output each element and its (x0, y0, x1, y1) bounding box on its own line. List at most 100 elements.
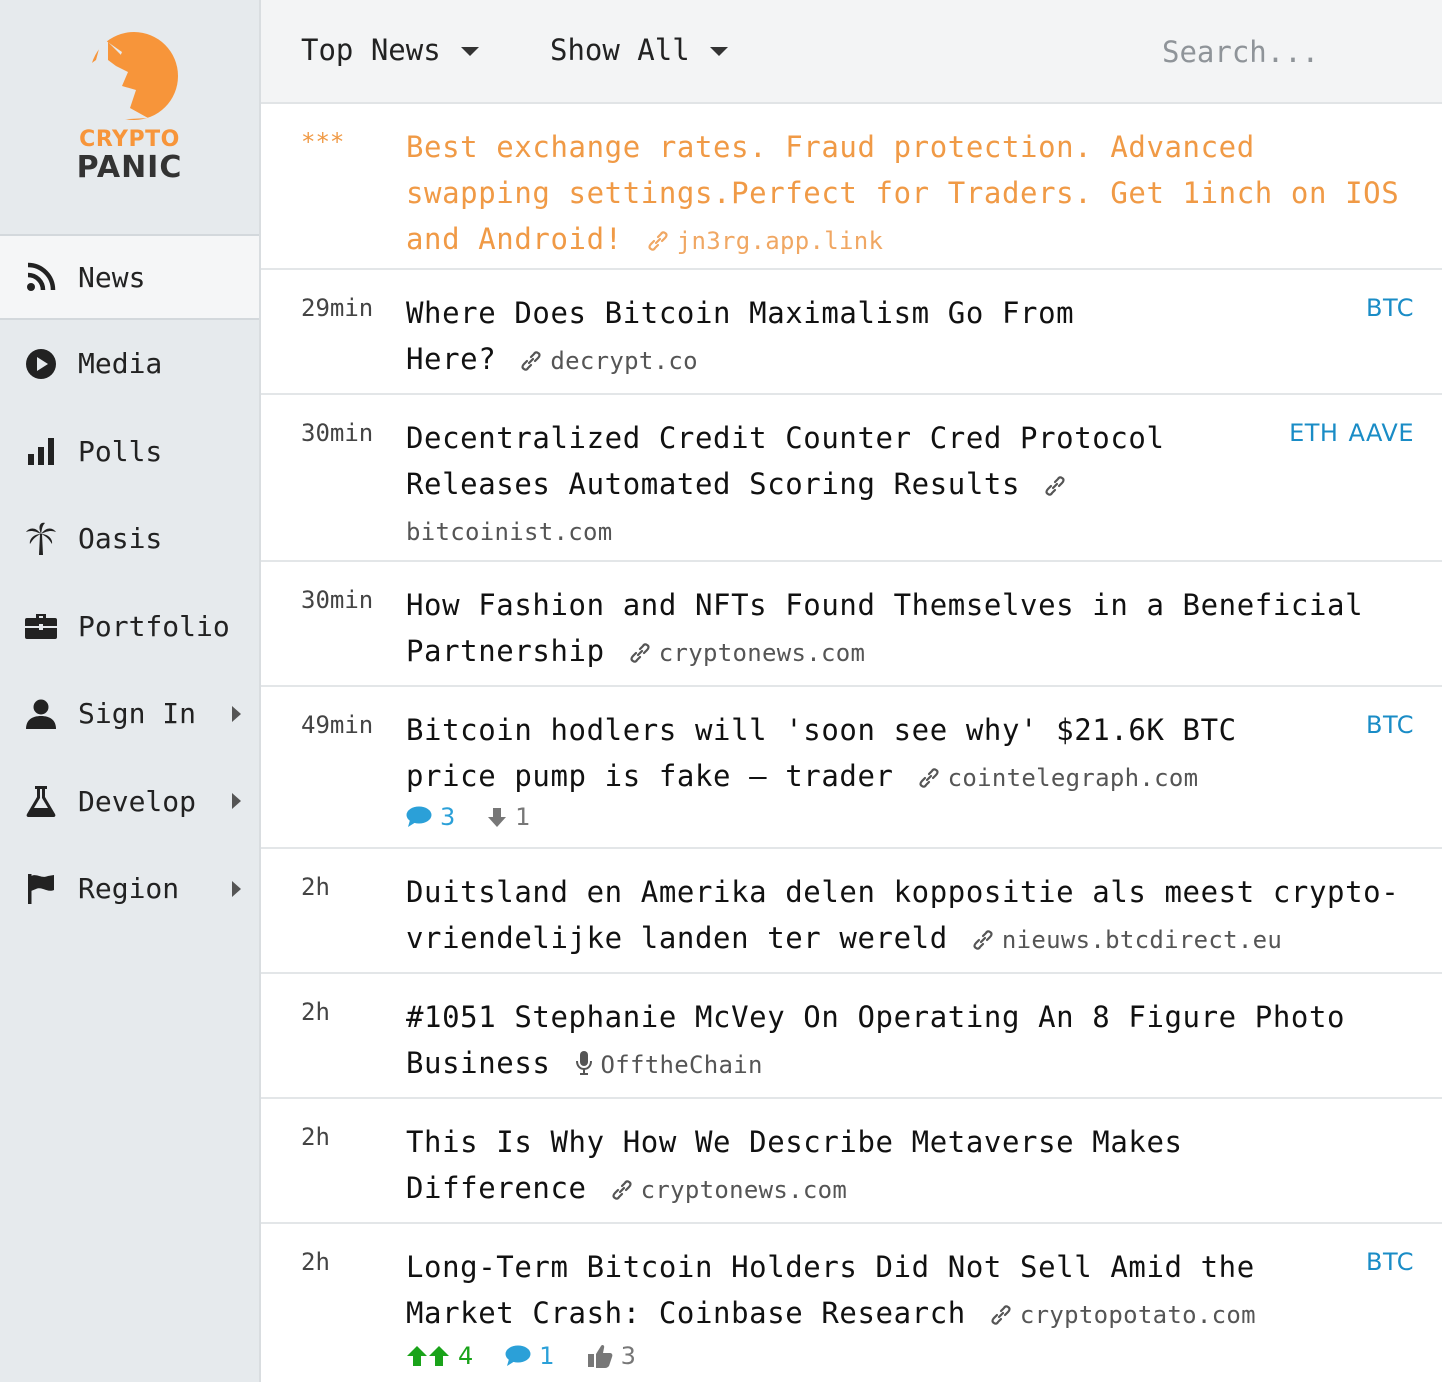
news-source[interactable]: cryptonews.com (659, 639, 866, 667)
news-title-text: Best exchange rates. Fraud protection. A… (406, 130, 1400, 256)
news-title[interactable]: Best exchange rates. Fraud protection. A… (406, 124, 1416, 264)
news-title[interactable]: Where Does Bitcoin Maximalism Go From He… (406, 290, 1106, 384)
bar-chart-icon (24, 434, 58, 468)
news-title[interactable]: Decentralized Credit Counter Cred Protoc… (406, 415, 1196, 555)
logo-text-bottom: PANIC (76, 150, 183, 185)
sidebar-item-label: Develop (78, 784, 197, 818)
news-title-text: How Fashion and NFTs Found Themselves in… (406, 588, 1364, 668)
news-title[interactable]: Bitcoin hodlers will 'soon see why' $21.… (406, 707, 1266, 801)
vote-bearish[interactable]: 1 (487, 803, 531, 831)
link-icon (1045, 476, 1065, 496)
news-source[interactable]: jn3rg.app.link (677, 227, 884, 255)
currency-tag-aave[interactable]: AAVE (1348, 419, 1414, 447)
currency-tag-btc[interactable]: BTC (1366, 294, 1414, 322)
sidebar-item-polls[interactable]: Polls (0, 408, 259, 496)
news-row[interactable]: 2h Long-Term Bitcoin Holders Did Not Sel… (261, 1224, 1442, 1382)
news-row[interactable]: 30min Decentralized Credit Counter Cred … (261, 395, 1442, 562)
news-time: *** (301, 128, 345, 156)
comment-icon (505, 1345, 531, 1366)
vote-liked[interactable]: 3 (587, 1342, 636, 1370)
palm-tree-icon (24, 522, 58, 556)
flag-icon (24, 872, 58, 906)
news-title-text: #1051 Stephanie McVey On Operating An 8 … (406, 1000, 1346, 1080)
sidebar-item-sign-in[interactable]: Sign In (0, 670, 259, 758)
link-icon (521, 351, 541, 371)
news-source[interactable]: nieuws.btcdirect.eu (1002, 926, 1282, 954)
arrow-down-icon (488, 808, 507, 827)
microphone-icon (575, 1051, 592, 1075)
vote-comments[interactable]: 1 (505, 1342, 555, 1370)
news-source[interactable]: cryptopotato.com (1020, 1301, 1256, 1329)
news-filter-label: Top News (301, 33, 441, 67)
chevron-right-icon (232, 705, 241, 722)
news-time: 30min (301, 419, 374, 447)
news-time: 2h (301, 998, 330, 1026)
news-time: 30min (301, 586, 374, 614)
sidebar-item-news[interactable]: News (0, 236, 259, 320)
currency-tags: BTC (1356, 294, 1414, 322)
news-source[interactable]: OfftheChain (601, 1051, 763, 1079)
news-row[interactable]: 2h Duitsland en Amerika delen koppositie… (261, 849, 1442, 974)
sidebar-item-media[interactable]: Media (0, 320, 259, 408)
link-icon (612, 1180, 632, 1200)
vote-bar: 4 1 3 (406, 1342, 668, 1370)
news-title-text: Where Does Bitcoin Maximalism Go From He… (406, 296, 1075, 376)
link-icon (630, 643, 650, 663)
news-source[interactable]: cryptonews.com (641, 1176, 848, 1204)
news-source[interactable]: cointelegraph.com (948, 764, 1199, 792)
news-time: 2h (301, 1123, 330, 1151)
news-row[interactable]: 30min How Fashion and NFTs Found Themsel… (261, 562, 1442, 687)
sidebar-item-develop[interactable]: Develop (0, 758, 259, 846)
news-row[interactable]: 49min Bitcoin hodlers will 'soon see why… (261, 687, 1442, 849)
news-source[interactable]: decrypt.co (550, 347, 698, 375)
news-time: 2h (301, 873, 330, 901)
link-icon (919, 768, 939, 788)
top-bar: Top News Show All (261, 0, 1442, 104)
sidebar-item-region[interactable]: Region (0, 845, 259, 933)
news-time: 2h (301, 1248, 330, 1276)
sidebar-item-label: News (78, 260, 146, 294)
news-row[interactable]: 2h #1051 Stephanie McVey On Operating An… (261, 974, 1442, 1099)
chevron-right-icon (232, 793, 241, 810)
rss-icon (24, 260, 58, 294)
vote-bar: 3 1 (406, 803, 563, 831)
news-row-sponsored[interactable]: *** Best exchange rates. Fraud protectio… (261, 104, 1442, 270)
news-source[interactable]: bitcoinist.com (406, 518, 613, 546)
show-filter-label: Show All (550, 33, 690, 67)
logo-text-top: CRYPTO (79, 127, 180, 152)
sidebar-item-label: Media (78, 347, 163, 381)
vote-comments[interactable]: 3 (406, 803, 455, 831)
link-icon (648, 231, 668, 251)
currency-tags: BTC (1356, 1248, 1414, 1276)
search-input[interactable] (1162, 26, 1442, 78)
news-filter-dropdown[interactable]: Top News (301, 33, 479, 67)
vote-bullish[interactable]: 4 (406, 1342, 473, 1370)
thumbs-up-icon (587, 1344, 612, 1368)
play-circle-icon (24, 347, 58, 381)
logo[interactable]: CRYPTO PANIC (0, 0, 259, 236)
show-filter-dropdown[interactable]: Show All (550, 33, 728, 67)
flask-icon (24, 784, 58, 818)
double-arrow-up-icon (407, 1346, 449, 1366)
sidebar-item-label: Oasis (78, 522, 163, 556)
sidebar-item-label: Portfolio (78, 609, 230, 643)
comment-icon (406, 806, 432, 827)
currency-tag-eth[interactable]: ETH (1289, 419, 1338, 447)
sidebar-item-portfolio[interactable]: Portfolio (0, 583, 259, 671)
currency-tag-btc[interactable]: BTC (1366, 1248, 1414, 1276)
chevron-right-icon (232, 880, 241, 897)
link-icon (973, 930, 993, 950)
news-row[interactable]: 2h This Is Why How We Describe Metaverse… (261, 1099, 1442, 1224)
news-list: *** Best exchange rates. Fraud protectio… (261, 104, 1442, 1382)
caret-down-icon (460, 47, 479, 56)
wolf-logo-icon (81, 32, 178, 120)
news-title[interactable]: This Is Why How We Describe Metaverse Ma… (406, 1119, 1226, 1213)
news-title[interactable]: #1051 Stephanie McVey On Operating An 8 … (406, 994, 1416, 1088)
sidebar: CRYPTO PANIC News Media Polls Oasis Port… (0, 0, 261, 1382)
news-title[interactable]: How Fashion and NFTs Found Themselves in… (406, 582, 1416, 676)
news-title[interactable]: Long-Term Bitcoin Holders Did Not Sell A… (406, 1244, 1306, 1338)
currency-tag-btc[interactable]: BTC (1366, 711, 1414, 739)
news-title[interactable]: Duitsland en Amerika delen koppositie al… (406, 869, 1416, 963)
sidebar-item-oasis[interactable]: Oasis (0, 495, 259, 583)
news-row[interactable]: 29min Where Does Bitcoin Maximalism Go F… (261, 270, 1442, 395)
